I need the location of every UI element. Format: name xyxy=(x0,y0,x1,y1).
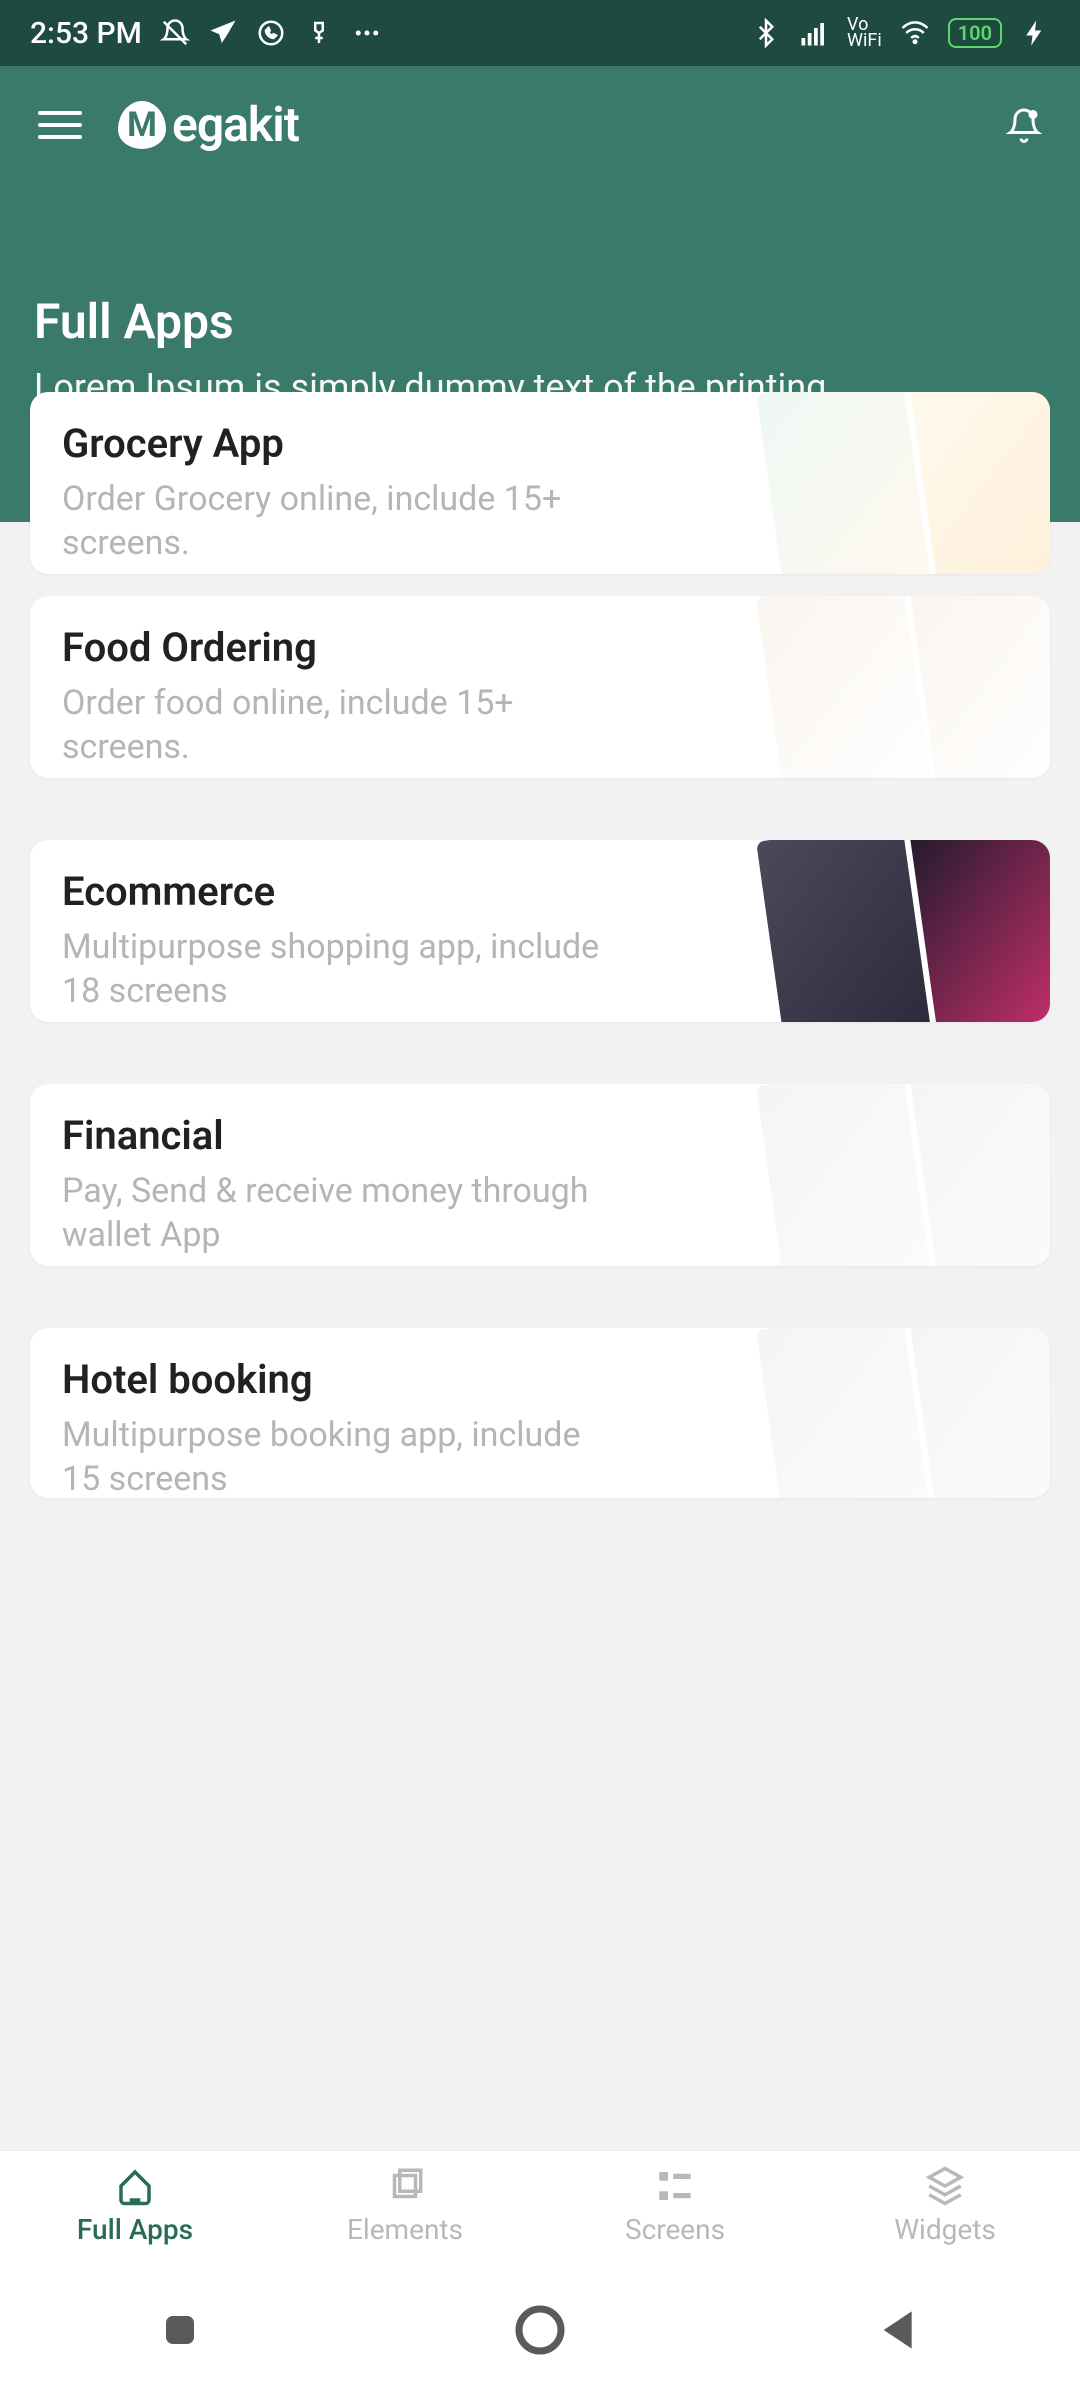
recent-apps-button[interactable] xyxy=(152,2302,208,2358)
battery-indicator: 100 xyxy=(948,18,1002,48)
nav-full-apps[interactable]: Full Apps xyxy=(0,2165,270,2246)
card-desc: Pay, Send & receive money through wallet… xyxy=(62,1169,616,1257)
card-thumbnail xyxy=(756,1084,1050,1266)
menu-button[interactable] xyxy=(38,111,82,139)
nav-label: Elements xyxy=(347,2213,463,2246)
bottom-nav: Full Apps Elements Screens Widgets xyxy=(0,2150,1080,2260)
card-grocery[interactable]: Grocery App Order Grocery online, includ… xyxy=(30,392,1050,574)
logo[interactable]: M egakit xyxy=(118,96,299,153)
status-time: 2:53 PM xyxy=(30,16,142,51)
card-desc: Multipurpose shopping app, include 18 sc… xyxy=(62,925,616,1013)
card-thumbnail xyxy=(756,392,1050,574)
nav-label: Full Apps xyxy=(77,2213,193,2246)
alarm-off-icon xyxy=(160,18,190,48)
card-food[interactable]: Food Ordering Order food online, include… xyxy=(30,596,1050,778)
card-thumbnail xyxy=(756,840,1050,1022)
wifi-icon xyxy=(900,18,930,48)
system-nav xyxy=(0,2260,1080,2400)
card-desc: Order Grocery online, include 15+ screen… xyxy=(62,477,616,565)
card-thumbnail xyxy=(756,596,1050,778)
logo-icon: M xyxy=(118,101,166,149)
card-financial[interactable]: Financial Pay, Send & receive money thro… xyxy=(30,1084,1050,1266)
status-left: 2:53 PM xyxy=(30,16,382,51)
nav-label: Screens xyxy=(625,2213,725,2246)
notifications-button[interactable] xyxy=(1006,107,1042,143)
back-button[interactable] xyxy=(872,2302,928,2358)
nav-screens[interactable]: Screens xyxy=(540,2165,810,2246)
signal-icon xyxy=(799,18,829,48)
card-thumbnail xyxy=(756,1328,1050,1498)
home-icon xyxy=(114,2165,156,2207)
logo-text: egakit xyxy=(172,96,299,153)
card-desc: Multipurpose booking app, include 15 scr… xyxy=(62,1413,616,1498)
nav-elements[interactable]: Elements xyxy=(270,2165,540,2246)
app-bar: M egakit xyxy=(0,66,1080,173)
whatsapp-icon xyxy=(256,18,286,48)
more-icon xyxy=(352,18,382,48)
card-hotel[interactable]: Hotel booking Multipurpose booking app, … xyxy=(30,1328,1050,1498)
nav-label: Widgets xyxy=(894,2213,996,2246)
status-right: VoWiFi 100 xyxy=(751,17,1050,49)
stack-icon xyxy=(924,2165,966,2207)
nav-widgets[interactable]: Widgets xyxy=(810,2165,1080,2246)
page-title: Full Apps xyxy=(34,293,1046,350)
card-desc: Order food online, include 15+ screens. xyxy=(62,681,616,769)
charging-icon xyxy=(1020,18,1050,48)
layers-icon xyxy=(384,2165,426,2207)
status-bar: 2:53 PM VoWiFi 100 xyxy=(0,0,1080,66)
app-bar-left: M egakit xyxy=(38,96,299,153)
vowifi-icon: VoWiFi xyxy=(847,17,882,49)
home-button[interactable] xyxy=(512,2302,568,2358)
card-ecommerce[interactable]: Ecommerce Multipurpose shopping app, inc… xyxy=(30,840,1050,1022)
telegram-icon xyxy=(208,18,238,48)
grid-icon xyxy=(654,2165,696,2207)
bluetooth-icon xyxy=(751,18,781,48)
cards-list[interactable]: Grocery App Order Grocery online, includ… xyxy=(0,392,1080,2150)
app-icon xyxy=(304,18,334,48)
